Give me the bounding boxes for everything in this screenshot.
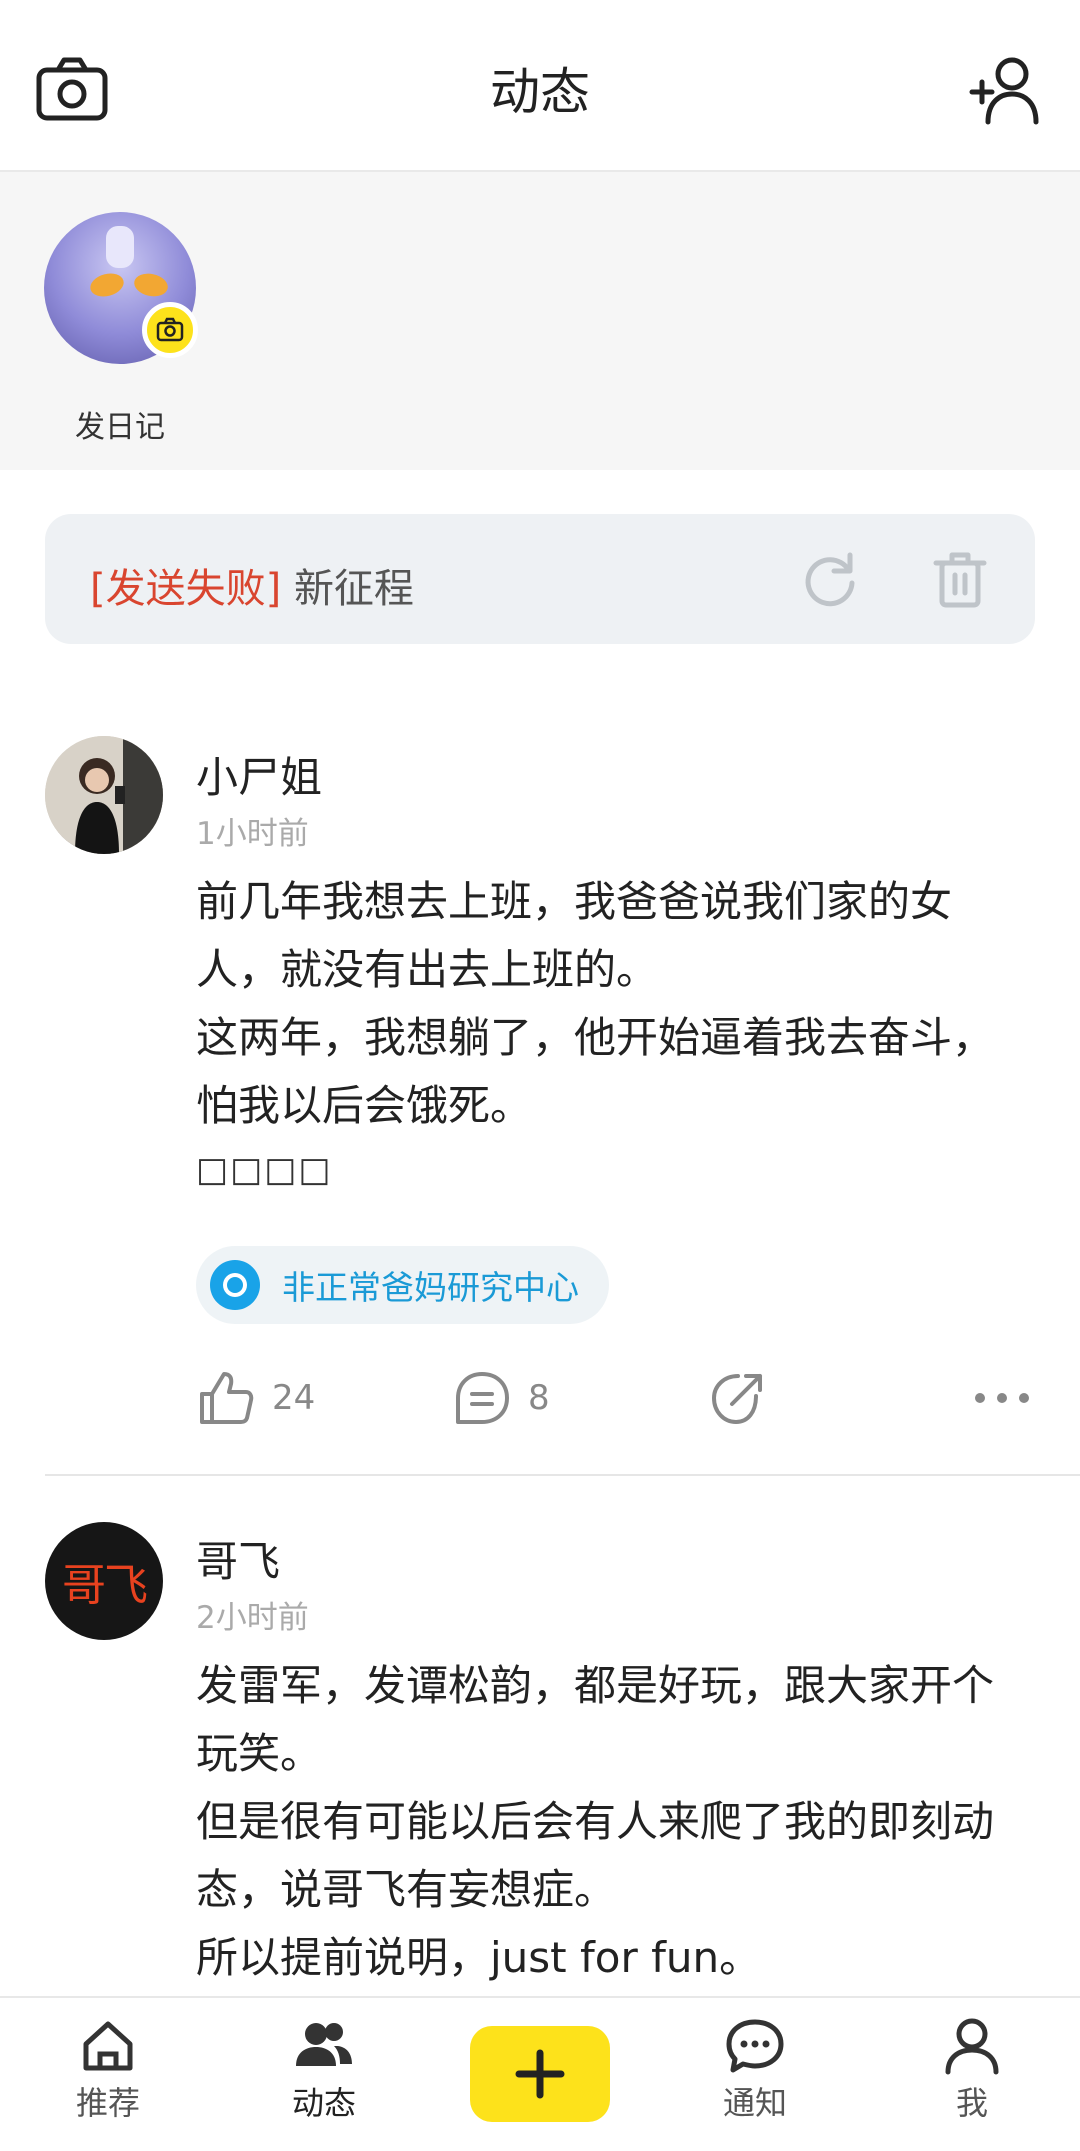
add-friend-button[interactable] [966, 50, 1046, 130]
delete-button[interactable] [925, 544, 995, 614]
share-button[interactable] [708, 1358, 768, 1438]
post-line: 人，就没有出去上班的。 [196, 945, 659, 994]
bottom-nav: 推荐 动态 通知 我 [0, 1996, 1080, 2151]
draft-title: 新征程 [293, 566, 414, 612]
top-bar: 动态 [0, 0, 1080, 172]
diary-strip: 发日记 [0, 172, 1080, 470]
people-icon [296, 2023, 352, 2066]
home-icon [83, 2021, 133, 2071]
like-button[interactable]: 24 [196, 1358, 315, 1438]
add-friend-icon [969, 57, 1039, 125]
avatar-photo [45, 736, 163, 854]
post-line: 发雷军，发谭松韵，都是好玩，跟大家开个 [196, 1661, 995, 1710]
post-actions: 24 8 [0, 1358, 1080, 1438]
nav-notifications[interactable]: 通知 [685, 2010, 825, 2140]
nav-label: 我 [955, 2084, 988, 2122]
post-content[interactable]: 发雷军，发谭松韵，都是好玩，跟大家开个 玩笑。 但是很有可能以后会有人来爬了我的… [196, 1652, 1026, 1992]
post-line: 这两年，我想躺了，他开始逼着我去奋斗， [196, 1013, 995, 1062]
retry-button[interactable] [795, 544, 865, 614]
post-content[interactable]: 前几年我想去上班，我爸爸说我们家的女 人，就没有出去上班的。 这两年，我想躺了，… [196, 868, 1026, 1140]
page-title: 动态 [490, 63, 590, 121]
failed-tag: [发送失败] [90, 566, 282, 612]
more-button[interactable] [972, 1358, 1032, 1438]
plus-icon [515, 2049, 565, 2099]
nav-label: 推荐 [75, 2084, 140, 2122]
comment-count: 8 [528, 1378, 550, 1418]
person-icon [945, 2018, 999, 2075]
post-line: 前几年我想去上班，我爸爸说我们家的女 [196, 877, 953, 926]
create-post-button[interactable] [470, 2026, 610, 2122]
post-author-name[interactable]: 小尸姐 [196, 744, 322, 805]
failed-post-text: [发送失败] 新征程 [90, 556, 414, 614]
diary-label: 发日记 [75, 410, 165, 445]
post-author-name[interactable]: 哥飞 [196, 1528, 280, 1589]
camera-badge [142, 302, 198, 358]
post-line: 态，说哥飞有妄想症。 [196, 1865, 617, 1914]
share-icon [711, 1374, 762, 1425]
refresh-icon [805, 552, 855, 607]
user-avatar[interactable] [45, 736, 163, 854]
post-line: 玩笑。 [196, 1729, 323, 1778]
more-dots-icon [975, 1393, 1029, 1403]
post-time: 2小时前 [196, 1600, 309, 1636]
topic-chip[interactable]: 非正常爸妈研究中心 [196, 1246, 609, 1324]
comment-icon [456, 1372, 509, 1424]
trash-icon [933, 552, 987, 608]
comment-button[interactable]: 8 [452, 1358, 550, 1438]
thumbs-up-icon [200, 1372, 254, 1424]
avatar-text: 哥飞 [62, 1560, 148, 1611]
post-line: 怕我以后会饿死。 [196, 1081, 533, 1130]
nav-label: 通知 [722, 2084, 787, 2122]
post-time: 1小时前 [196, 816, 309, 852]
like-count: 24 [272, 1378, 316, 1418]
post-line: 但是很有可能以后会有人来爬了我的即刻动 [196, 1797, 995, 1846]
nav-feed[interactable]: 动态 [254, 2010, 394, 2140]
post-diary-button[interactable] [44, 212, 198, 364]
user-avatar[interactable]: 哥飞 [45, 1522, 163, 1640]
post-line: 所以提前说明，just for fun。 [196, 1933, 762, 1982]
nav-label: 动态 [291, 2084, 356, 2122]
failed-post-banner[interactable]: [发送失败] 新征程 [45, 514, 1035, 644]
topic-icon [210, 1260, 260, 1310]
unsupported-glyphs: □□□□ [196, 1150, 333, 1190]
nav-recommend[interactable]: 推荐 [38, 2010, 178, 2140]
nav-me[interactable]: 我 [902, 2010, 1042, 2140]
topic-label: 非正常爸妈研究中心 [282, 1268, 579, 1307]
chat-bubble-icon [726, 2019, 784, 2073]
post-divider [45, 1474, 1080, 1476]
camera-icon [156, 317, 184, 342]
